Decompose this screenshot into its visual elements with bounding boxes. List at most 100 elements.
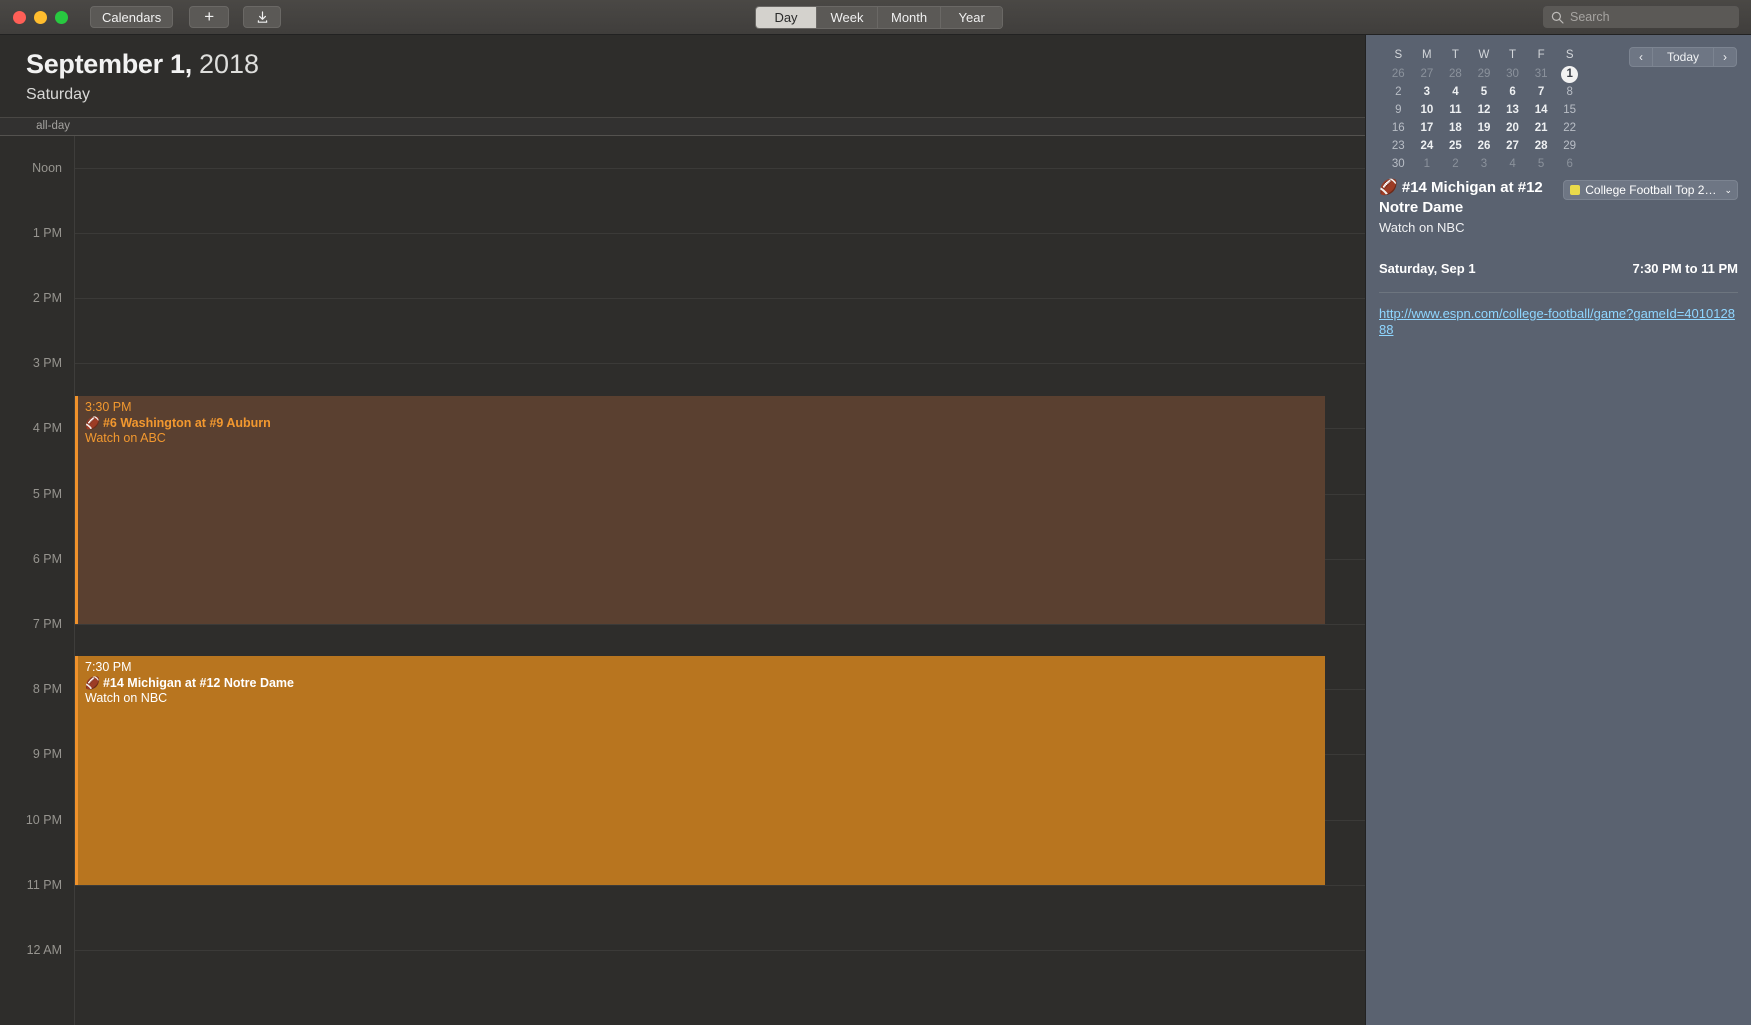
mini-calendar-day[interactable]: 3	[1413, 83, 1442, 101]
mini-calendar-day[interactable]: 20	[1498, 119, 1527, 137]
mini-calendar-day[interactable]: 30	[1498, 65, 1527, 83]
mini-calendar-day[interactable]: 9	[1384, 101, 1413, 119]
page-title: September 1, 2018 Saturday	[0, 35, 1365, 104]
hour-label: Noon	[32, 161, 62, 175]
mini-calendar-day[interactable]: 23	[1384, 137, 1413, 155]
hour-label: 11 PM	[26, 878, 62, 892]
close-window-button[interactable]	[13, 10, 26, 24]
mini-calendar-day[interactable]: 2	[1384, 83, 1413, 101]
mini-calendar-week: 30 1 2 3 4 5 6	[1384, 155, 1584, 173]
mini-calendar-today-highlight: 1	[1561, 65, 1579, 83]
search-input[interactable]: Search	[1543, 6, 1739, 28]
mini-calendar-day[interactable]: 1	[1413, 155, 1442, 173]
search-placeholder-text: Search	[1570, 10, 1610, 24]
mini-calendar-day[interactable]: 10	[1413, 101, 1442, 119]
calendar-color-swatch	[1570, 185, 1581, 195]
calendar-event[interactable]: 3:30 PM 🏈 #6 Washington at #9 Auburn Watch …	[75, 396, 1325, 624]
mini-calendar-day[interactable]: 27	[1413, 65, 1442, 83]
traffic-lights	[13, 10, 68, 24]
mini-calendar-day[interactable]: 8	[1555, 83, 1584, 101]
mini-calendar-weekday-headers: SMTWTFS	[1384, 47, 1584, 65]
tab-year[interactable]: Year	[941, 7, 1003, 28]
mini-calendar-day[interactable]: 11	[1441, 101, 1470, 119]
football-icon: 🏈	[1379, 179, 1398, 196]
hour-gridline	[75, 885, 1365, 886]
event-time: 7:30 PM	[85, 660, 132, 674]
calendars-button[interactable]: Calendars	[90, 6, 174, 28]
mini-calendar-day[interactable]: 28	[1441, 65, 1470, 83]
mini-calendar-day[interactable]: 17	[1413, 119, 1442, 137]
chevron-down-icon: ⌄	[1724, 184, 1732, 195]
all-day-drop-area[interactable]	[75, 118, 1365, 135]
mini-calendar-weekday: S	[1394, 49, 1403, 61]
tab-week[interactable]: Week	[817, 7, 878, 28]
calendar-event[interactable]: 7:30 PM 🏈 #14 Michigan at #12 Notre Dame Wa…	[75, 656, 1325, 885]
mini-calendar-day[interactable]: 25	[1441, 137, 1470, 155]
mini-calendar-table: SMTWTFS 26 27 28 29 30 31 1 2 3 4 5 6 7 8 9 10 11 12 13 14 1…	[1384, 47, 1584, 173]
mini-calendar-day[interactable]: 21	[1527, 119, 1556, 137]
tab-day[interactable]: Day	[756, 7, 817, 28]
today-button[interactable]: Today	[1652, 47, 1713, 67]
mini-calendar-weekday: S	[1565, 49, 1574, 61]
football-icon: 🏈	[85, 416, 100, 430]
mini-calendar-day[interactable]: 13	[1498, 101, 1527, 119]
mini-calendar-day[interactable]: 5	[1470, 83, 1499, 101]
hour-gridline	[75, 233, 1365, 234]
time-grid[interactable]: Noon 1 PM 2 PM 3 PM 4 PM 5 PM 6 PM 7 PM 8 PM 9 PM…	[0, 136, 1365, 1025]
mini-calendar-day[interactable]: 26	[1384, 65, 1413, 83]
hour-label: 10 PM	[25, 813, 62, 827]
mini-calendar-day[interactable]: 7	[1527, 83, 1556, 101]
mini-calendar-day[interactable]: 29	[1470, 65, 1499, 83]
mini-calendar-week: 2345678	[1384, 83, 1584, 101]
event-detail-url-link[interactable]: http://www.espn.com/college-football/gam…	[1379, 306, 1738, 338]
next-period-button[interactable]: ›	[1713, 47, 1737, 67]
mini-calendar-day[interactable]: 15	[1555, 101, 1584, 119]
mini-calendar-day[interactable]: 12	[1470, 101, 1499, 119]
mini-calendar-weekday: F	[1537, 49, 1545, 61]
mini-calendar-day[interactable]: 14	[1527, 101, 1556, 119]
mini-calendar-day[interactable]: 31	[1527, 65, 1556, 83]
mini-calendar-day[interactable]: 6	[1555, 155, 1584, 173]
hour-label: 2 PM	[32, 291, 62, 305]
event-detail-title-text: #14 Michigan at #12 Notre Dame	[1379, 179, 1543, 216]
add-event-button[interactable]: +	[189, 6, 230, 28]
header-year: 2018	[198, 49, 260, 79]
mini-calendar-day[interactable]: 5	[1527, 155, 1556, 173]
minimize-window-button[interactable]	[34, 10, 47, 24]
football-icon: 🏈	[85, 676, 100, 690]
mini-calendar-day[interactable]: 30	[1384, 155, 1413, 173]
event-detail-time-range: 7:30 PM to 11 PM	[1632, 261, 1738, 276]
mini-calendar-day[interactable]: 18	[1441, 119, 1470, 137]
calendar-select-label: College Football Top 2…	[1585, 183, 1717, 197]
hour-gridline	[75, 950, 1365, 951]
mini-calendar-day[interactable]: 28	[1527, 137, 1556, 155]
event-detail-title: 🏈 #14 Michigan at #12 Notre Dame	[1379, 178, 1553, 218]
mini-calendar-day[interactable]: 6	[1498, 83, 1527, 101]
window-toolbar: Calendars + Day Week Month Year Search	[0, 0, 1751, 35]
previous-period-button[interactable]: ‹	[1628, 47, 1653, 67]
mini-calendar-day[interactable]: 4	[1498, 155, 1527, 173]
hour-gridline	[75, 168, 1365, 169]
mini-calendar-day[interactable]: 16	[1384, 119, 1413, 137]
mini-calendar-week: 16 17 18 19 20 21 22	[1384, 119, 1584, 137]
event-title: 🏈 #14 Michigan at #12 Notre Dame	[85, 676, 294, 690]
mini-calendar-day[interactable]: 26	[1470, 137, 1499, 155]
mini-calendar-day[interactable]: 22	[1555, 119, 1584, 137]
all-day-row: all-day	[0, 117, 1365, 136]
mini-calendar-day[interactable]: 27	[1498, 137, 1527, 155]
maximize-window-button[interactable]	[55, 10, 68, 24]
mini-calendar-day[interactable]: 29	[1555, 137, 1584, 155]
mini-calendar-day[interactable]: 4	[1441, 83, 1470, 101]
mini-calendar[interactable]: SMTWTFS 26 27 28 29 30 31 1 2 3 4 5 6 7 8 9 10 11 12 13 14 1…	[1384, 47, 1584, 173]
calendar-select[interactable]: College Football Top 2… ⌄	[1563, 180, 1738, 200]
mini-calendar-week: 26 27 28 29 30 31 1	[1384, 65, 1584, 83]
hour-label: 12 AM	[26, 943, 62, 957]
mini-calendar-day[interactable]: 24	[1413, 137, 1442, 155]
event-note: Watch on NBC	[85, 691, 168, 705]
tab-month[interactable]: Month	[878, 7, 942, 28]
mini-calendar-day[interactable]: 1	[1555, 65, 1584, 83]
export-button[interactable]	[243, 6, 282, 28]
mini-calendar-day[interactable]: 3	[1470, 155, 1499, 173]
mini-calendar-day[interactable]: 2	[1441, 155, 1470, 173]
mini-calendar-day[interactable]: 19	[1470, 119, 1499, 137]
